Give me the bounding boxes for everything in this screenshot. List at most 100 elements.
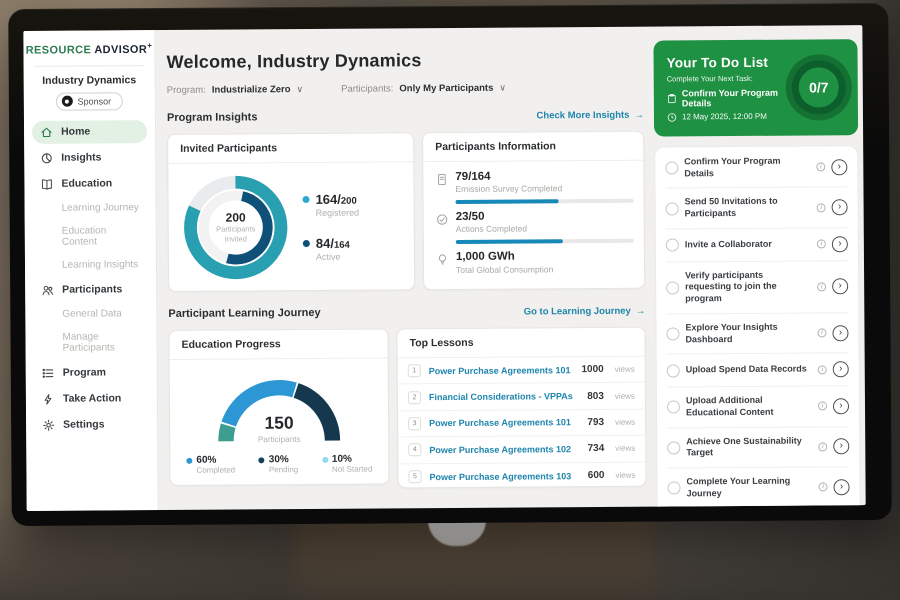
lesson-row[interactable]: 4 Power Purchase Agreements 102 734views <box>398 436 645 464</box>
card-title: Invited Participants <box>168 133 413 164</box>
sidebar-item-settings[interactable]: Settings <box>34 413 149 437</box>
education-gauge-chart: 150 Participants <box>204 365 355 452</box>
sidebar-item-general-data[interactable]: General Data <box>33 304 148 325</box>
lesson-link[interactable]: Power Purchase Agreements 103 <box>429 471 579 482</box>
todo-panel: Your To Do List Complete Your Next Task:… <box>653 39 861 511</box>
program-filter-value: Industrialize Zero <box>212 84 291 96</box>
todo-subtitle: Complete Your Next Task: <box>667 73 792 83</box>
page-title: Welcome, Industry Dynamics <box>167 49 649 73</box>
todo-item[interactable]: Verify participants requesting to join t… <box>666 261 848 314</box>
todo-item[interactable]: Invite a Collaborator i › <box>666 228 848 262</box>
top-lessons-card: Top Lessons 1 Power Purchase Agreements … <box>396 327 646 489</box>
check-more-insights-link[interactable]: Check More Insights → <box>537 109 644 121</box>
section-title-program-insights: Program Insights <box>167 111 258 124</box>
take-action-icon <box>42 392 55 405</box>
checkbox-icon[interactable] <box>667 364 680 377</box>
sidebar-item-home[interactable]: Home <box>32 120 147 144</box>
todo-title: Your To Do List <box>667 54 792 70</box>
actions-progress-bar <box>456 239 634 244</box>
survey-progress-bar <box>456 199 634 204</box>
donut-legend: 164/200 Registered 84/164 Active <box>302 192 359 262</box>
todo-progress-value: 0/7 <box>809 79 829 95</box>
checkbox-icon[interactable] <box>667 401 680 414</box>
sponsor-badge[interactable]: Sponsor <box>56 92 124 110</box>
participants-icon <box>41 283 54 296</box>
lesson-row[interactable]: 5 Power Purchase Agreements 103 600views <box>398 462 645 490</box>
checkbox-icon[interactable] <box>668 482 681 495</box>
sidebar-item-participants[interactable]: Participants <box>33 278 148 302</box>
todo-list-card: Confirm Your Program Details i › Send 50… <box>654 145 861 511</box>
stat-emission-survey: 79/164 Emission Survey Completed <box>435 170 631 205</box>
lesson-row[interactable]: 2 Financial Considerations - VPPAs 803vi… <box>398 383 645 411</box>
checkbox-icon[interactable] <box>666 327 679 340</box>
chevron-right-button[interactable]: › <box>834 479 850 495</box>
todo-due-date: 12 May 2025, 12:00 PM <box>682 112 767 122</box>
lesson-link[interactable]: Financial Considerations - VPPAs <box>429 391 579 402</box>
task-icon <box>667 93 677 103</box>
checkbox-icon[interactable] <box>665 162 678 175</box>
chevron-right-button[interactable]: › <box>833 438 849 454</box>
go-to-learning-journey-link[interactable]: Go to Learning Journey → <box>524 305 646 317</box>
main-content: Welcome, Industry Dynamics Program: Indu… <box>156 27 651 510</box>
checkbox-icon[interactable] <box>666 202 679 215</box>
arrow-right-icon: → <box>636 305 646 316</box>
sidebar-item-learning-journey[interactable]: Learning Journey <box>33 198 148 219</box>
sidebar-item-education[interactable]: Education <box>32 172 147 196</box>
sidebar-item-take-action[interactable]: Take Action <box>34 387 149 411</box>
info-icon: i <box>816 163 825 172</box>
rank-badge: 5 <box>408 470 421 483</box>
program-filter[interactable]: Program: Industrialize Zero ∨ <box>167 84 303 96</box>
svg-text:Participants: Participants <box>258 435 301 444</box>
sidebar-item-label: Program <box>63 367 106 379</box>
chevron-down-icon: ∨ <box>499 83 506 94</box>
todo-item[interactable]: Upload Spend Data Records i › <box>667 353 849 387</box>
program-filter-label: Program: <box>167 85 206 96</box>
checkbox-icon[interactable] <box>667 441 680 454</box>
sidebar-item-program[interactable]: Program <box>34 361 149 385</box>
todo-item[interactable]: Achieve One Sustainability Target i › <box>667 427 849 469</box>
chevron-right-button[interactable]: › <box>833 398 849 414</box>
lesson-link[interactable]: Power Purchase Agreements 101 <box>429 418 579 429</box>
checkbox-icon[interactable] <box>666 239 679 252</box>
participants-filter[interactable]: Participants: Only My Participants ∨ <box>341 83 506 95</box>
lesson-row[interactable]: 3 Power Purchase Agreements 101 793views <box>398 409 645 437</box>
chevron-right-button[interactable]: › <box>831 159 847 175</box>
lesson-link[interactable]: Power Purchase Agreements 101 <box>429 365 574 376</box>
lesson-link[interactable]: Power Purchase Agreements 102 <box>429 444 579 455</box>
lesson-row[interactable]: 1 Power Purchase Agreements 101 1000view… <box>398 357 645 385</box>
active-bullet-icon <box>303 240 310 247</box>
monitor-frame: RESOURCE ADVISOR+ Industry Dynamics Spon… <box>8 3 892 526</box>
gear-icon <box>42 418 55 431</box>
todo-item[interactable]: Confirm Your Program Details i › <box>665 147 847 189</box>
info-icon: i <box>817 282 826 291</box>
sidebar-item-manage-participants[interactable]: Manage Participants <box>33 327 148 359</box>
sidebar-item-insights[interactable]: Insights <box>32 146 147 170</box>
checkbox-icon[interactable] <box>666 281 679 294</box>
todo-item[interactable]: Upload Additional Educational Content i … <box>667 386 849 428</box>
registered-bullet-icon <box>303 196 310 203</box>
chevron-right-button[interactable]: › <box>833 361 849 377</box>
participants-information-card: Participants Information 79/164 Emission… <box>422 131 645 291</box>
insights-icon <box>40 151 53 164</box>
svg-text:150: 150 <box>265 413 294 433</box>
collapse-tasks-link[interactable]: Collapse Tasks ∧ <box>668 507 850 511</box>
sidebar-item-label: Participants <box>62 283 122 295</box>
chevron-right-button[interactable]: › <box>832 199 848 215</box>
sidebar-item-learning-insights[interactable]: Learning Insights <box>33 255 148 276</box>
program-list-icon <box>42 366 55 379</box>
invited-participants-card: Invited Participants 200 Participants In… <box>167 132 415 292</box>
sidebar-item-education-content[interactable]: Education Content <box>33 221 148 253</box>
pending-bullet-icon <box>259 457 265 463</box>
lightbulb-icon <box>436 253 449 266</box>
chevron-right-button[interactable]: › <box>832 279 848 295</box>
legend-active: 84/164 Active <box>303 236 360 262</box>
chevron-right-button[interactable]: › <box>832 325 848 341</box>
todo-item[interactable]: Send 50 Invitations to Participants i › <box>665 188 847 230</box>
chevron-right-button[interactable]: › <box>832 236 848 252</box>
todo-item[interactable]: Complete Your Learning Journey i › <box>667 467 849 508</box>
dashboard-screen: RESOURCE ADVISOR+ Industry Dynamics Spon… <box>23 25 865 511</box>
todo-item[interactable]: Explore Your Insights Dashboard i › <box>666 313 848 355</box>
info-icon: i <box>819 482 828 491</box>
rank-badge: 2 <box>408 391 421 404</box>
sidebar-item-label: Education <box>61 178 112 190</box>
